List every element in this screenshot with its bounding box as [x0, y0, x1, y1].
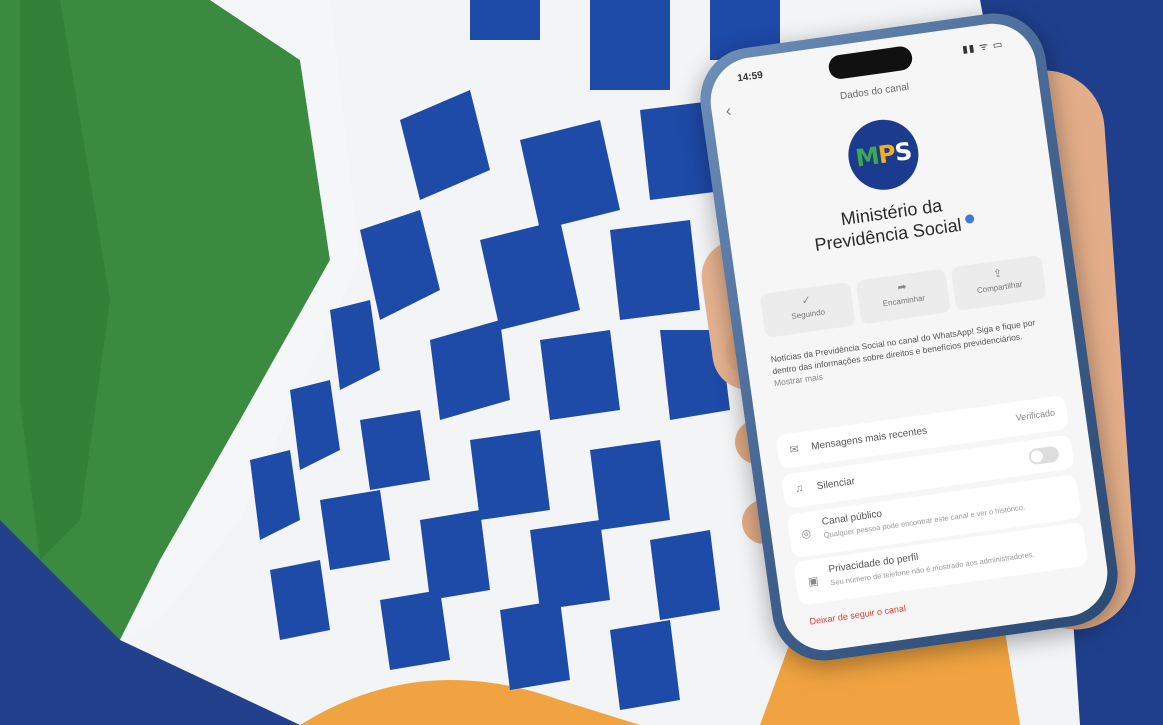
recent-messages-label: Mensagens mais recentes [810, 425, 928, 453]
verified-badge-icon [964, 213, 975, 225]
mps-logo: MPS [843, 115, 923, 195]
status-time: 14:59 [736, 69, 764, 85]
share-button[interactable]: ⇪ Compartilhar [951, 254, 1047, 312]
channel-name: Ministério da Previdência Social [728, 179, 1059, 268]
photo-scene: 14:59 ▮▮ ᯤ ▭ ‹ Dados do canal MPS Minist… [0, 0, 1163, 725]
globe-icon: ◎ [800, 527, 812, 541]
mps-logo-mark: MPS [853, 137, 913, 173]
status-icons: ▮▮ ᯤ ▭ [961, 39, 1004, 56]
following-button[interactable]: ✓ Seguindo [759, 281, 856, 338]
mute-label: Silenciar [816, 475, 856, 493]
mute-toggle[interactable] [1027, 445, 1060, 466]
message-icon: ✉ [788, 443, 800, 457]
lock-icon: ▣ [807, 575, 820, 589]
unfollow-channel-button[interactable]: Deixar de seguir o canal [809, 603, 907, 626]
recent-messages-value: Verificado [1015, 407, 1056, 423]
bell-icon: ♫ [794, 482, 805, 496]
forward-button[interactable]: ➦ Encaminhar [855, 268, 952, 325]
